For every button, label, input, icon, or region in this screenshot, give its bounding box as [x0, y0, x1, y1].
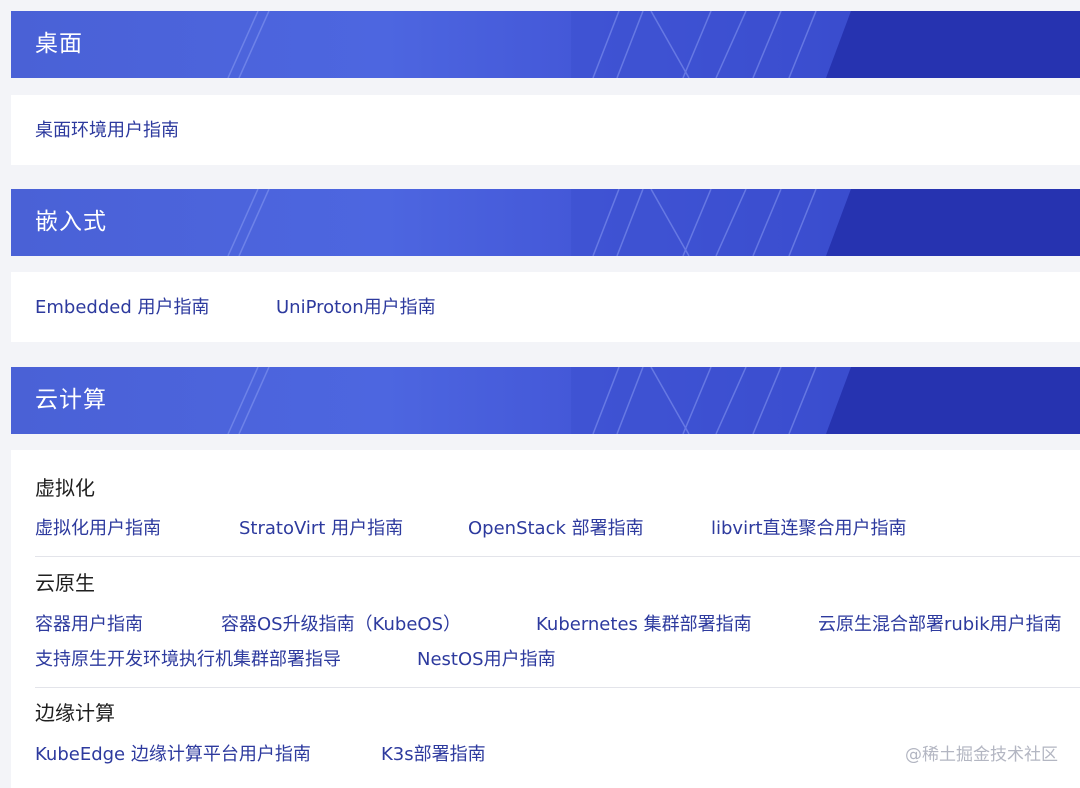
link-libvirt-guide[interactable]: libvirt直连聚合用户指南 — [711, 517, 907, 541]
link-k3s-guide[interactable]: K3s部署指南 — [381, 743, 486, 767]
watermark: @稀土掘金技术社区 — [905, 745, 1058, 765]
divider — [35, 687, 1080, 688]
section-header-desktop: 桌面 — [11, 11, 1080, 78]
group-title-cloud-native: 云原生 — [35, 571, 95, 595]
header-decoration — [227, 11, 1080, 78]
section-panel-cloud: 虚拟化 虚拟化用户指南 StratoVirt 用户指南 OpenStack 部署… — [11, 450, 1080, 788]
link-kubernetes-guide[interactable]: Kubernetes 集群部署指南 — [536, 613, 752, 637]
section-title: 桌面 — [35, 31, 83, 57]
header-decoration — [227, 189, 1080, 256]
link-native-dev-env-guide[interactable]: 支持原生开发环境执行机集群部署指导 — [35, 648, 341, 672]
section-panel-desktop: 桌面环境用户指南 — [11, 95, 1080, 165]
section-title: 嵌入式 — [35, 209, 107, 235]
section-title: 云计算 — [35, 387, 107, 413]
group-title-edge-computing: 边缘计算 — [35, 701, 115, 725]
header-decoration — [227, 367, 1080, 434]
link-stratovirt-guide[interactable]: StratoVirt 用户指南 — [239, 517, 403, 541]
link-openstack-guide[interactable]: OpenStack 部署指南 — [468, 517, 644, 541]
link-kubeedge-guide[interactable]: KubeEdge 边缘计算平台用户指南 — [35, 743, 311, 767]
link-desktop-user-guide[interactable]: 桌面环境用户指南 — [35, 119, 179, 143]
section-header-cloud: 云计算 — [11, 367, 1080, 434]
link-embedded-user-guide[interactable]: Embedded 用户指南 — [35, 296, 209, 320]
link-nestos-guide[interactable]: NestOS用户指南 — [417, 648, 556, 672]
section-header-embedded: 嵌入式 — [11, 189, 1080, 256]
link-kubeos-guide[interactable]: 容器OS升级指南（KubeOS） — [221, 613, 461, 637]
link-uniproton-user-guide[interactable]: UniProton用户指南 — [276, 296, 436, 320]
group-title-virtualization: 虚拟化 — [35, 476, 95, 500]
link-container-guide[interactable]: 容器用户指南 — [35, 613, 143, 637]
section-panel-embedded: Embedded 用户指南 UniProton用户指南 — [11, 272, 1080, 342]
link-rubik-guide[interactable]: 云原生混合部署rubik用户指南 — [818, 613, 1062, 637]
divider — [35, 556, 1080, 557]
link-virtualization-guide[interactable]: 虚拟化用户指南 — [35, 517, 161, 541]
